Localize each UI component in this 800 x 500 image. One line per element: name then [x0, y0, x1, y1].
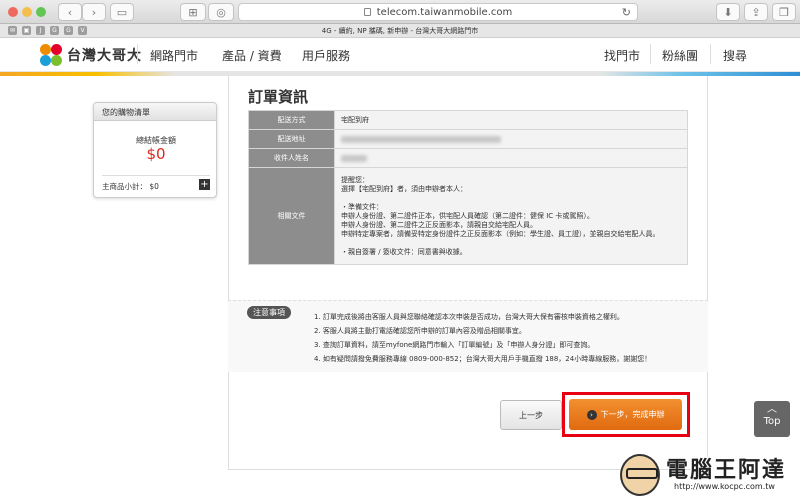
- docs-line: ・親自簽署 / 簽收文件：同意書與收據。: [341, 247, 467, 256]
- watermark-title: 電腦王阿達: [666, 458, 787, 483]
- table-row: 配送地址: [248, 129, 688, 149]
- row-label-delivery: 配送方式: [248, 110, 335, 130]
- row-label-documents: 相關文件: [248, 167, 335, 265]
- shopping-cart-panel: 您的購物清單 總結帳金額 $0 主商品小計： $0 +: [93, 102, 217, 198]
- row-value-recipient: [334, 148, 688, 168]
- bookmarks-bar: ✉ ▣ J G G V 4G - 續約, NP 攜碼, 新申辦 - 台灣大哥大網…: [0, 24, 800, 38]
- notes-tag: 注意事項: [247, 306, 291, 319]
- sidebar-button[interactable]: ▭: [110, 3, 134, 21]
- list-item: 1. 訂單完成後將由客服人員與您聯絡確認本次申裝是否成功，台灣大哥大保有審核申裝…: [314, 313, 624, 321]
- cart-subtotal: 主商品小計： $0: [102, 182, 159, 191]
- cart-expand-button[interactable]: +: [199, 179, 210, 190]
- mascot-icon: [620, 454, 660, 496]
- reader-button[interactable]: ⊞: [180, 3, 206, 21]
- nav-user-service[interactable]: 用戶服務: [302, 47, 350, 64]
- docs-line: 申辦人身份證、第二證件之正反面影本，請親自交給宅配人員。: [341, 220, 537, 229]
- list-item: 4. 如有疑問請撥免費服務專線 0809-000-852；台灣大哥大用戶手機直撥…: [314, 355, 652, 363]
- privacy-button[interactable]: ◎: [208, 3, 234, 21]
- reader-icon: ⊞: [188, 5, 198, 19]
- row-label-address: 配送地址: [248, 129, 335, 149]
- url-text: telecom.taiwanmobile.com: [376, 6, 513, 18]
- download-button[interactable]: ⬇: [716, 3, 740, 21]
- list-item: 3. 查詢訂單資料，請至myfone網路門市輸入「訂單編號」及「申辦人身分證」即…: [314, 341, 595, 349]
- order-info-table: 配送方式 宅配到府 配送地址 收件人姓名 相關文件 提醒您： 選擇【宅配到府】者…: [248, 110, 688, 265]
- table-row: 相關文件 提醒您： 選擇【宅配到府】者，須由申辦者本人： ・準備文件： 申辦人身…: [248, 167, 688, 265]
- tabs-icon: ❐: [779, 5, 789, 19]
- lock-icon: [363, 8, 371, 16]
- order-title: 訂單資訊: [248, 88, 309, 106]
- next-step-label: 下一步，完成申辦: [600, 410, 665, 419]
- forward-arrow-icon: ›: [91, 5, 97, 19]
- top-label: Top: [763, 416, 781, 427]
- chevron-up-icon: ︿: [767, 404, 777, 415]
- docs-spacer: [341, 239, 681, 248]
- download-icon: ⬇: [723, 5, 733, 19]
- address-bar[interactable]: telecom.taiwanmobile.com ↻: [238, 3, 638, 21]
- cart-divider: [102, 175, 210, 176]
- nav-online-store[interactable]: 網路門市: [150, 47, 198, 64]
- reload-icon[interactable]: ↻: [622, 6, 631, 19]
- cart-total-amount: $0: [146, 145, 166, 163]
- docs-line: 提醒您：: [341, 175, 369, 184]
- logo-text: 台灣大哥大: [67, 48, 142, 64]
- zoom-window-button[interactable]: [36, 7, 46, 17]
- table-row: 配送方式 宅配到府: [248, 110, 688, 130]
- previous-step-button[interactable]: 上一步: [500, 400, 562, 430]
- logo[interactable]: 台灣大哥大: [40, 44, 142, 66]
- docs-spacer: [341, 194, 681, 203]
- privacy-icon: ◎: [216, 5, 226, 19]
- close-window-button[interactable]: [8, 7, 18, 17]
- watermark-url: http://www.kocpc.com.tw: [672, 482, 777, 491]
- sidebar-icon: ▭: [116, 5, 128, 19]
- row-value-address: [334, 129, 688, 149]
- watermark: 電腦王阿達 http://www.kocpc.com.tw: [618, 450, 798, 500]
- table-row: 收件人姓名: [248, 148, 688, 168]
- browser-toolbar: ‹ › ▭ ⊞ ◎ telecom.taiwanmobile.com ↻ ⬇ ⇪…: [0, 0, 800, 24]
- notes-section: 1. 訂單完成後將由客服人員與您聯絡確認本次申裝是否成功，台灣大哥大保有審核申裝…: [228, 300, 708, 372]
- nav-products-plans[interactable]: 產品 / 資費: [222, 47, 282, 64]
- forward-button[interactable]: ›: [82, 3, 106, 21]
- tabs-button[interactable]: ❐: [772, 3, 796, 21]
- row-value-documents: 提醒您： 選擇【宅配到府】者，須由申辦者本人： ・準備文件： 申辦人身份證、第二…: [334, 167, 688, 265]
- next-step-complete-button[interactable]: › 下一步，完成申辦: [569, 399, 682, 430]
- back-button[interactable]: ‹: [58, 3, 82, 21]
- row-label-recipient: 收件人姓名: [248, 148, 335, 168]
- share-icon: ⇪: [751, 5, 761, 19]
- redacted-name: [341, 154, 367, 162]
- tab-title[interactable]: 4G - 續約, NP 攜碼, 新申辦 - 台灣大哥大網路門市: [0, 26, 800, 36]
- docs-line: 申辦人身份證、第二證件正本，供宅配人員確認（第二證件：健保 IC 卡或駕照）。: [341, 211, 594, 220]
- list-item: 2. 客服人員將主動打電話確認您所申辦的訂單內容及贈品相關事宜。: [314, 327, 526, 335]
- back-arrow-icon: ‹: [67, 5, 73, 19]
- minimize-window-button[interactable]: [22, 7, 32, 17]
- notes-list: 1. 訂單完成後將由客服人員與您聯絡確認本次申裝是否成功，台灣大哥大保有審核申裝…: [314, 310, 651, 366]
- docs-line: ・準備文件：: [341, 202, 383, 211]
- row-value-delivery: 宅配到府: [334, 110, 688, 130]
- docs-line: 申辦特定專案者，請備妥特定身份證件之正反面影本（例如：學生證、員工證），並親自交…: [341, 229, 660, 238]
- arrow-right-icon: ›: [586, 409, 597, 420]
- site-header: 台灣大哥大 網路門市 產品 / 資費 用戶服務 找門市 粉絲團 搜尋: [0, 38, 800, 72]
- nav-find-store[interactable]: 找門市: [604, 47, 640, 64]
- cart-title: 您的購物清單: [94, 103, 216, 121]
- logo-icon: [40, 44, 62, 66]
- nav-search[interactable]: 搜尋: [723, 47, 747, 64]
- back-to-top-button[interactable]: ︿ Top: [754, 401, 790, 437]
- nav-fan-page[interactable]: 粉絲團: [662, 47, 698, 64]
- redacted-address: [341, 135, 501, 143]
- docs-line: 選擇【宅配到府】者，須由申辦者本人：: [341, 184, 467, 193]
- share-button[interactable]: ⇪: [744, 3, 768, 21]
